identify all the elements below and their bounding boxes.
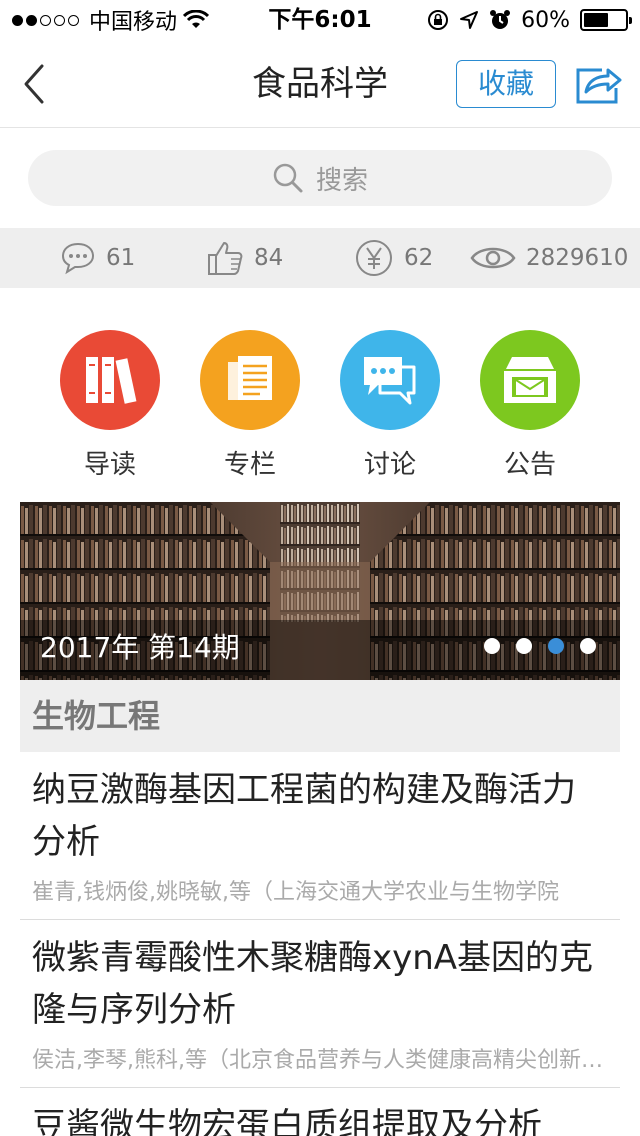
- category-notice-label: 公告: [503, 450, 556, 480]
- issue-banner[interactable]: 2017年 第14期: [20, 502, 620, 680]
- documents-icon: [228, 356, 272, 400]
- category-discussion-circle: [340, 330, 440, 430]
- category-notice-circle: [480, 330, 580, 430]
- views-stat: 2829610: [470, 228, 628, 288]
- mailbox-icon: [504, 357, 556, 403]
- search-placeholder: 搜索: [315, 165, 368, 196]
- banner-page-indicator: [484, 638, 596, 654]
- views-count: 2829610: [526, 245, 629, 271]
- eye-icon: [470, 247, 516, 269]
- navigation-bar: 食品科学 收藏: [0, 40, 640, 128]
- banner-issue-text: 2017年 第14期: [40, 631, 240, 664]
- category-grid: 导读 专栏 讨论 公告: [0, 288, 640, 500]
- share-icon: [576, 68, 622, 104]
- category-discussion-label: 讨论: [363, 450, 416, 480]
- banner-dot[interactable]: [484, 638, 500, 654]
- section-title: 生物工程: [32, 697, 161, 735]
- article-title: 微紫青霉酸性木聚糖酶xynA基因的克隆与序列分析: [32, 938, 594, 1030]
- favorite-button[interactable]: 收藏: [456, 60, 556, 108]
- search-input[interactable]: 搜索: [28, 150, 612, 206]
- article-item[interactable]: 豆酱微生物宏蛋白质组提取及分析: [20, 1088, 620, 1136]
- category-discussion-button[interactable]: 讨论: [335, 330, 445, 481]
- comment-icon: [61, 242, 95, 275]
- chat-bubbles-icon: [364, 357, 416, 405]
- battery-icon: [580, 9, 632, 31]
- category-guide-label: 导读: [83, 450, 136, 480]
- status-right: 60%: [427, 0, 632, 40]
- article-title: 豆酱微生物宏蛋白质组提取及分析: [32, 1106, 542, 1136]
- battery-percent: 60%: [521, 7, 570, 33]
- back-button[interactable]: [14, 58, 58, 110]
- article-authors: 侯洁,李琴,熊科,等（北京食品营养与人类健康高精尖创新中心: [32, 1048, 620, 1072]
- banner-dot[interactable]: [580, 638, 596, 654]
- yuan-icon: [356, 240, 392, 276]
- stats-bar: 61 84 62 2829610: [0, 228, 640, 288]
- rewards-stat[interactable]: 62: [354, 228, 433, 288]
- category-column-circle: [200, 330, 300, 430]
- battery-fill: [584, 13, 608, 27]
- article-authors: 崔青,钱炳俊,姚晓敏,等（上海交通大学农业与生物学院: [32, 880, 559, 904]
- search-icon: [273, 163, 303, 193]
- comments-stat[interactable]: 61: [60, 228, 135, 288]
- likes-stat[interactable]: 84: [206, 228, 283, 288]
- banner-dot[interactable]: [548, 638, 564, 654]
- thumbs-up-icon: [208, 242, 243, 275]
- rotation-lock-icon: [428, 10, 449, 30]
- article-item[interactable]: 纳豆激酶基因工程菌的构建及酶活力分析 崔青,钱炳俊,姚晓敏,等（上海交通大学农业…: [20, 752, 620, 920]
- banner-dot[interactable]: [516, 638, 532, 654]
- category-column-label: 专栏: [223, 450, 276, 480]
- rewards-count: 62: [404, 245, 434, 271]
- chevron-left-icon: [24, 64, 44, 104]
- books-icon: [86, 357, 137, 404]
- location-arrow-icon: [460, 11, 479, 29]
- likes-count: 84: [254, 245, 284, 271]
- category-guide-button[interactable]: 导读: [55, 330, 165, 481]
- article-item[interactable]: 微紫青霉酸性木聚糖酶xynA基因的克隆与序列分析 侯洁,李琴,熊科,等（北京食品…: [20, 920, 620, 1088]
- article-title: 纳豆激酶基因工程菌的构建及酶活力分析: [32, 770, 576, 862]
- section-header: 生物工程: [20, 680, 620, 752]
- alarm-icon: [490, 10, 511, 29]
- share-button[interactable]: [572, 62, 624, 108]
- status-bar: 中国移动 下午6:01 60%: [0, 0, 640, 40]
- category-guide-circle: [60, 330, 160, 430]
- comments-count: 61: [106, 245, 136, 271]
- search-area: 搜索: [0, 128, 640, 228]
- category-notice-button[interactable]: 公告: [475, 330, 585, 481]
- category-column-button[interactable]: 专栏: [195, 330, 305, 481]
